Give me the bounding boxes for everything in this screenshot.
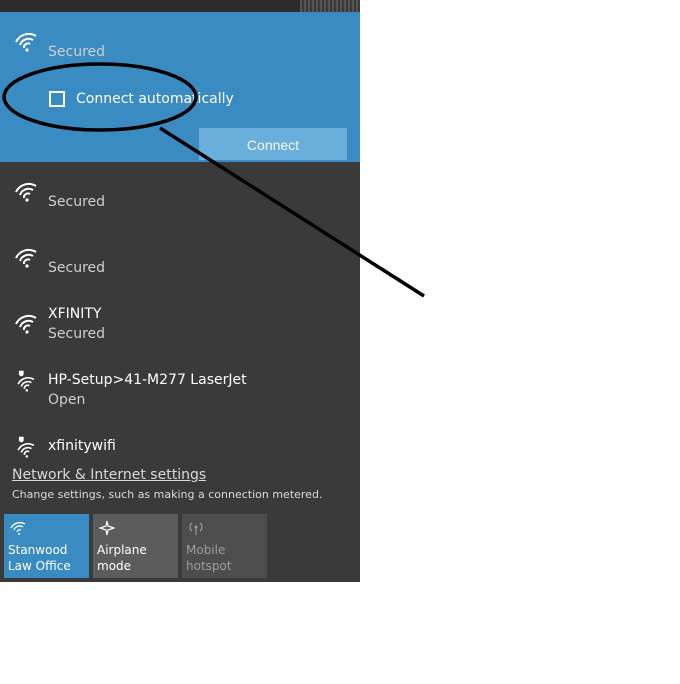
settings-description: Change settings, such as making a connec… bbox=[12, 488, 323, 501]
network-name: HP-Setup>41-M277 LaserJet bbox=[48, 372, 247, 388]
wifi-secured-icon bbox=[15, 314, 37, 334]
network-flyout: Secured Connect automatically Connect Se… bbox=[0, 0, 360, 582]
connect-button[interactable]: Connect bbox=[199, 128, 347, 160]
tile-label: Airplane mode bbox=[97, 543, 147, 573]
connect-automatically-checkbox[interactable] bbox=[49, 91, 65, 107]
network-name: xfinitywifi bbox=[48, 438, 116, 454]
network-item[interactable]: XFINITY Secured bbox=[0, 302, 360, 364]
network-item[interactable]: xfinitywifi bbox=[0, 434, 360, 464]
wifi-open-shield-icon bbox=[17, 370, 35, 392]
connect-automatically-label[interactable]: Connect automatically bbox=[76, 91, 234, 107]
airplane-icon bbox=[99, 520, 115, 536]
wifi-secured-icon bbox=[15, 248, 37, 268]
network-item[interactable]: Secured bbox=[0, 170, 360, 232]
network-item[interactable]: HP-Setup>41-M277 LaserJet Open bbox=[0, 368, 360, 430]
top-strip bbox=[0, 0, 360, 12]
network-status: Secured bbox=[48, 260, 106, 276]
mobile-hotspot-quick-action[interactable]: Mobile hotspot bbox=[182, 514, 267, 578]
airplane-mode-quick-action[interactable]: Airplane mode bbox=[93, 514, 178, 578]
wifi-quick-action[interactable]: Stanwood Law Office bbox=[4, 514, 89, 578]
selected-network[interactable]: Secured Connect automatically Connect bbox=[0, 12, 360, 162]
tile-label: Stanwood Law Office bbox=[8, 543, 71, 573]
network-status: Secured bbox=[48, 326, 106, 342]
network-name: XFINITY bbox=[48, 306, 102, 322]
network-status: Secured bbox=[48, 194, 106, 210]
wifi-secured-icon bbox=[15, 182, 37, 202]
wifi-icon bbox=[10, 521, 26, 535]
network-internet-settings-link[interactable]: Network & Internet settings bbox=[12, 467, 206, 483]
tile-label: Mobile hotspot bbox=[186, 543, 232, 573]
hotspot-icon bbox=[189, 522, 203, 535]
wifi-secured-icon bbox=[15, 32, 37, 52]
wifi-open-shield-icon bbox=[17, 436, 35, 458]
network-status: Secured bbox=[48, 44, 106, 60]
network-item[interactable]: Secured bbox=[0, 236, 360, 298]
network-status: Open bbox=[48, 392, 86, 408]
